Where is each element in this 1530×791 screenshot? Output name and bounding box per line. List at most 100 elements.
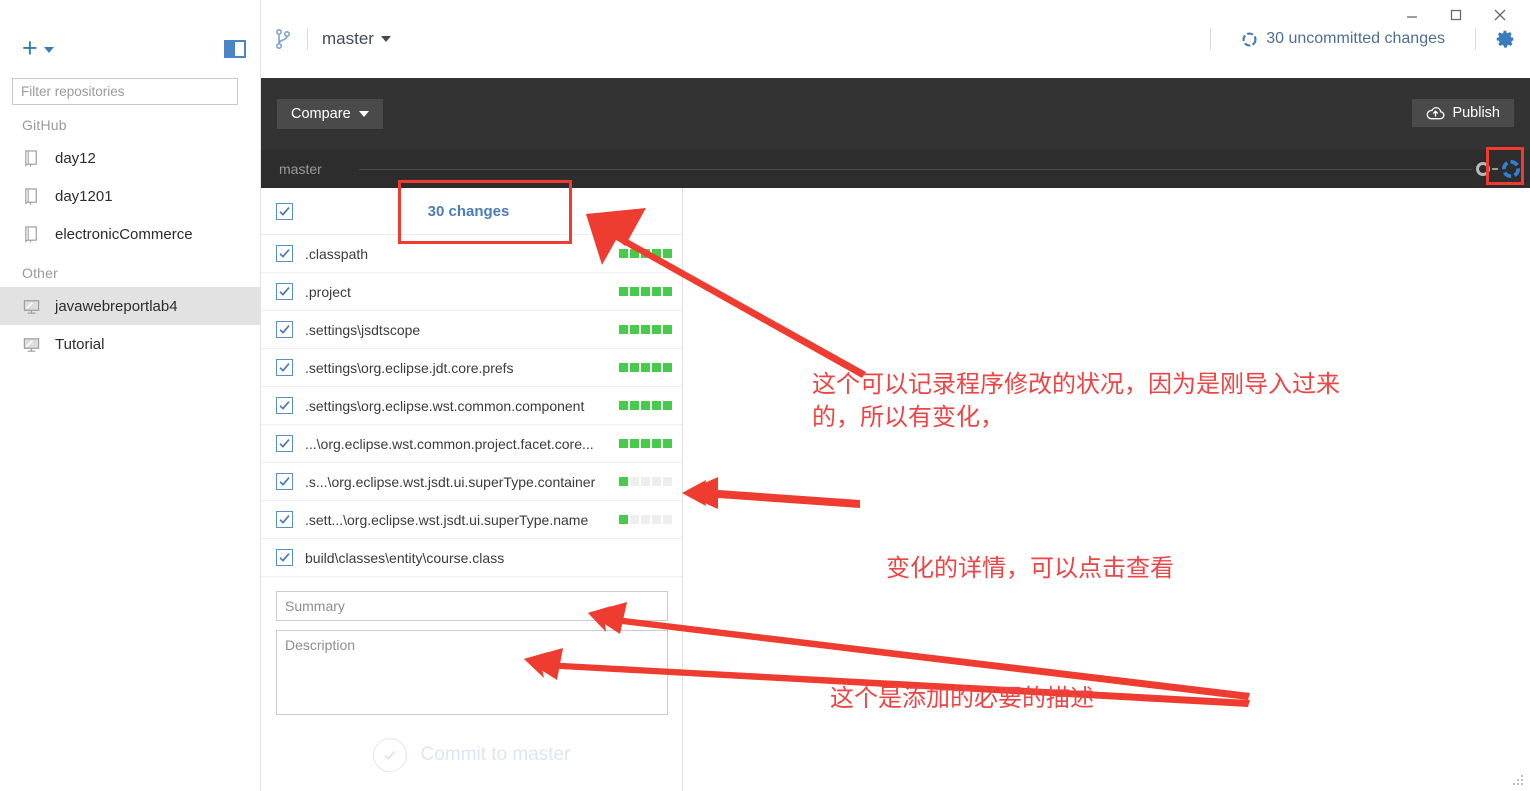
maximize-icon[interactable]	[1434, 1, 1478, 29]
commit-form: Commit to master	[261, 577, 682, 772]
file-checkbox[interactable]	[276, 549, 293, 566]
sidebar-item-label: electronicCommerce	[55, 225, 193, 243]
sidebar-item-electroniccommerce[interactable]: electronicCommerce	[0, 215, 260, 253]
gear-icon[interactable]	[1494, 28, 1516, 50]
sidebar-group-label: Other	[22, 265, 59, 281]
annotation-description-text: 这个是添加的必要的描述	[830, 684, 1094, 712]
sidebar-item-javawebreportlab4[interactable]: javawebreportlab4	[0, 287, 260, 325]
repo-book-icon	[25, 225, 37, 243]
sidebar-item-label: javawebreportlab4	[55, 297, 178, 315]
file-path-label: .classpath	[305, 245, 369, 262]
diff-indicator	[619, 515, 672, 524]
repo-book-icon	[25, 149, 37, 167]
diff-indicator	[619, 325, 672, 334]
repository-sidebar: + GitHub day12	[0, 0, 261, 791]
diff-indicator	[619, 287, 672, 296]
changes-count-label: 30 changes	[427, 202, 510, 220]
file-checkbox[interactable]	[276, 321, 293, 338]
cloud-upload-icon	[1427, 106, 1445, 119]
filter-wrap	[0, 78, 260, 105]
file-path-label: .s...\org.eclipse.wst.jsdt.ui.superType.…	[305, 473, 596, 490]
divider	[1475, 28, 1476, 50]
filter-repositories-input[interactable]	[12, 78, 238, 105]
table-row[interactable]: .sett...\org.eclipse.wst.jsdt.ui.superTy…	[261, 501, 682, 539]
chevron-down-icon	[358, 111, 369, 117]
branch-toolbar: master 30 uncommitted changes	[261, 0, 1530, 78]
timeline-uncommitted-node[interactable]	[1500, 158, 1522, 180]
sync-ring-icon	[1501, 159, 1521, 179]
branch-icon	[275, 28, 291, 49]
minimize-icon[interactable]	[1390, 1, 1434, 29]
chevron-down-icon	[380, 36, 391, 42]
topbar-right: 30 uncommitted changes	[1196, 28, 1530, 50]
sidebar-item-label: day12	[55, 149, 96, 167]
file-checkbox[interactable]	[276, 245, 293, 262]
diff-indicator	[619, 249, 672, 258]
publish-button[interactable]: Publish	[1412, 99, 1514, 127]
branch-name-label: master	[322, 29, 374, 48]
commit-button-label: Commit to master	[420, 744, 571, 765]
file-checkbox[interactable]	[276, 397, 293, 414]
panel-toggle-icon[interactable]	[224, 40, 246, 58]
chevron-down-icon	[43, 47, 54, 53]
publish-label: Publish	[1452, 105, 1500, 121]
check-circle-icon	[372, 738, 407, 772]
sidebar-group-label: GitHub	[22, 117, 67, 133]
diff-indicator	[619, 439, 672, 448]
repo-local-icon	[23, 337, 40, 352]
uncommitted-changes-indicator[interactable]: 30 uncommitted changes	[1225, 30, 1461, 48]
table-row[interactable]: .project	[261, 273, 682, 311]
sidebar-item-tutorial[interactable]: Tutorial	[0, 325, 260, 363]
sidebar-item-label: day1201	[55, 187, 113, 205]
diff-indicator	[619, 363, 672, 372]
sidebar-item-day1201[interactable]: day1201	[0, 177, 260, 215]
repo-local-icon	[23, 299, 40, 314]
timeline-connector	[1492, 168, 1498, 170]
repository-toolbar: Compare Publish master	[261, 78, 1530, 188]
summary-input[interactable]	[276, 591, 668, 621]
timeline-line	[359, 168, 1472, 170]
diff-indicator	[619, 477, 672, 486]
uncommitted-changes-label: 30 uncommitted changes	[1266, 30, 1445, 47]
repo-book-icon	[25, 187, 37, 205]
table-row[interactable]: .settings\jsdtscope	[261, 311, 682, 349]
resize-grip-icon[interactable]	[1511, 773, 1525, 787]
compare-button[interactable]: Compare	[277, 99, 383, 129]
select-all-checkbox[interactable]	[276, 202, 293, 220]
sync-ring-icon	[1242, 31, 1257, 47]
sidebar-item-label: Tutorial	[55, 335, 105, 353]
changes-header: 30 changes	[261, 188, 682, 235]
window-controls	[1380, 0, 1530, 30]
description-input[interactable]	[276, 630, 668, 715]
table-row[interactable]: .classpath	[261, 235, 682, 273]
timeline-commit-dot[interactable]	[1476, 162, 1490, 176]
sidebar-toolbar: +	[0, 0, 260, 78]
file-checkbox[interactable]	[276, 283, 293, 300]
divider	[307, 28, 308, 50]
commit-to-master-button[interactable]: Commit to master	[276, 738, 667, 772]
table-row[interactable]: build\classes\entity\course.class	[261, 539, 682, 577]
branch-selector[interactable]: master	[322, 29, 391, 49]
plus-icon: +	[22, 33, 38, 63]
file-path-label: .settings\org.eclipse.jdt.core.prefs	[305, 359, 514, 376]
add-repository-button[interactable]: +	[22, 33, 54, 63]
changes-panel: 30 changes .classpath .project .settings…	[261, 188, 683, 791]
close-icon[interactable]	[1478, 1, 1522, 29]
file-checkbox[interactable]	[276, 473, 293, 490]
sidebar-item-day12[interactable]: day12	[0, 139, 260, 177]
file-path-label: .project	[305, 283, 351, 300]
table-row[interactable]: .settings\org.eclipse.wst.common.compone…	[261, 387, 682, 425]
table-row[interactable]: .s...\org.eclipse.wst.jsdt.ui.superType.…	[261, 463, 682, 501]
file-checkbox[interactable]	[276, 359, 293, 376]
annotation-diff-text: 变化的详情，可以点击查看	[886, 554, 1174, 582]
compare-label: Compare	[291, 106, 351, 122]
annotation-changes-text: 这个可以记录程序修改的状况，因为是刚导入过来 的，所以有变化，	[812, 370, 1340, 432]
file-path-label: .settings\org.eclipse.wst.common.compone…	[305, 397, 585, 414]
file-checkbox[interactable]	[276, 435, 293, 452]
diff-indicator	[619, 401, 672, 410]
sidebar-group-other: Other javawebreportlab4 Tutorial	[0, 253, 260, 363]
table-row[interactable]: .settings\org.eclipse.jdt.core.prefs	[261, 349, 682, 387]
table-row[interactable]: ...\org.eclipse.wst.common.project.facet…	[261, 425, 682, 463]
file-checkbox[interactable]	[276, 511, 293, 528]
history-timeline: master	[261, 150, 1530, 188]
